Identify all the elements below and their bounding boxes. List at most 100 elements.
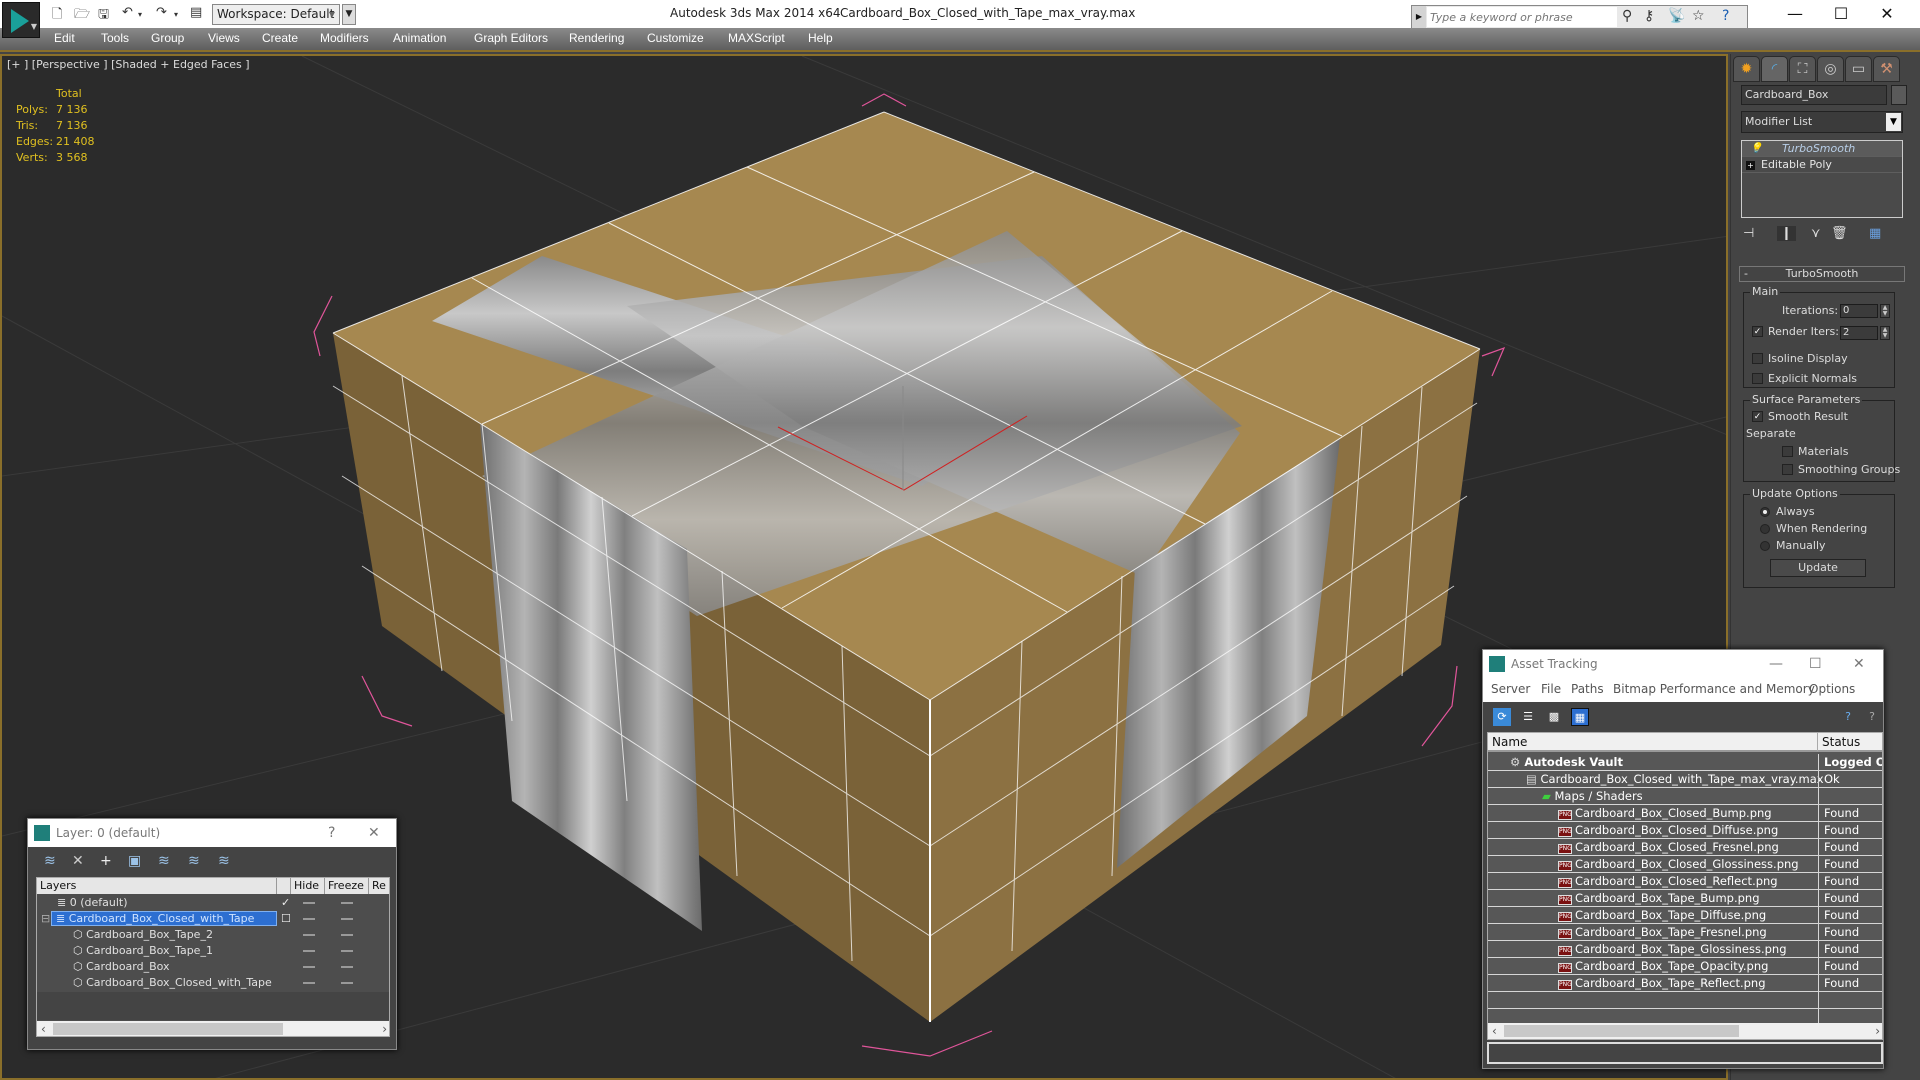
menu-edit[interactable]: Edit bbox=[54, 31, 75, 45]
freeze-toggle[interactable] bbox=[341, 982, 353, 984]
project-folder-icon[interactable]: ▤ bbox=[190, 5, 202, 20]
save-icon[interactable]: 🖫 bbox=[98, 5, 109, 27]
column-header-current[interactable] bbox=[277, 878, 291, 894]
select-layer-icon[interactable]: ≋ bbox=[158, 853, 170, 869]
freeze-toggle[interactable] bbox=[341, 918, 353, 920]
key-icon[interactable]: ⚷ bbox=[1644, 8, 1654, 24]
asset-row[interactable]: PNG Cardboard_Box_Closed_Bump.png Found bbox=[1488, 805, 1882, 822]
menu-customize[interactable]: Customize bbox=[647, 31, 704, 45]
radio-manually[interactable] bbox=[1760, 541, 1770, 551]
modifier-list-dropdown[interactable]: Modifier List ▼ bbox=[1741, 111, 1903, 133]
refresh-icon[interactable]: ⟳ bbox=[1493, 708, 1511, 726]
asset-row[interactable]: ▤ Cardboard_Box_Closed_with_Tape_max_vra… bbox=[1488, 771, 1882, 788]
add-to-layer-icon[interactable]: + bbox=[100, 853, 112, 869]
asset-row[interactable]: ▰ Maps / Shaders bbox=[1488, 788, 1882, 805]
asset-row[interactable]: PNG Cardboard_Box_Closed_Fresnel.png Found bbox=[1488, 839, 1882, 856]
hide-toggle[interactable] bbox=[303, 966, 315, 968]
menu-create[interactable]: Create bbox=[262, 31, 298, 45]
layer-row[interactable]: ≣ 0 (default) ✓ bbox=[37, 895, 389, 911]
hide-toggle[interactable] bbox=[303, 934, 315, 936]
utilities-tab[interactable]: ⚒ bbox=[1873, 56, 1900, 82]
maximize-button[interactable]: ☐ bbox=[1818, 2, 1864, 26]
application-menu-button[interactable]: ▼ bbox=[2, 2, 40, 38]
menu-rendering[interactable]: Rendering bbox=[569, 31, 624, 45]
help-icon[interactable]: ? bbox=[1863, 708, 1881, 726]
hide-toggle[interactable] bbox=[303, 918, 315, 920]
collapse-search-button[interactable]: ▶ bbox=[1412, 6, 1426, 28]
collapse-icon[interactable]: ⊟ bbox=[41, 911, 50, 927]
asset-row[interactable]: PNG Cardboard_Box_Closed_Glossiness.png Fo… bbox=[1488, 856, 1882, 873]
customize-quick-access-button[interactable]: ▼ bbox=[342, 4, 356, 25]
menu-views[interactable]: Views bbox=[208, 31, 240, 45]
list-view-icon[interactable]: ☰ bbox=[1519, 708, 1537, 726]
asset-row[interactable]: PNG Cardboard_Box_Tape_Glossiness.png Foun… bbox=[1488, 941, 1882, 958]
open-file-icon[interactable]: 🗁 bbox=[74, 5, 90, 27]
menu-options[interactable]: Options bbox=[1809, 678, 1855, 700]
create-layer-icon[interactable]: ≋ bbox=[44, 853, 56, 869]
set-current-layer-icon[interactable]: ≋ bbox=[188, 853, 200, 869]
asset-row[interactable]: PNG Cardboard_Box_Tape_Bump.png Found bbox=[1488, 890, 1882, 907]
menu-help[interactable]: Help bbox=[808, 31, 833, 45]
column-header-render[interactable]: Re bbox=[369, 878, 389, 894]
redo-icon[interactable]: ↷ bbox=[156, 5, 167, 20]
smooth-result-checkbox[interactable]: ✓ bbox=[1752, 411, 1763, 422]
column-header-name[interactable]: Name bbox=[1488, 733, 1818, 752]
scroll-left-icon[interactable]: ‹ bbox=[1492, 1023, 1497, 1039]
star-icon[interactable]: ☆ bbox=[1692, 8, 1705, 24]
maximize-button[interactable]: ☐ bbox=[1809, 650, 1822, 678]
minimize-button[interactable]: — bbox=[1772, 2, 1818, 26]
asset-row[interactable]: PNG Cardboard_Box_Tape_Reflect.png Found bbox=[1488, 975, 1882, 992]
select-objects-icon[interactable]: ▣ bbox=[128, 853, 141, 869]
help-button[interactable]: ? bbox=[328, 819, 335, 847]
column-header-freeze[interactable]: Freeze bbox=[325, 878, 369, 894]
display-tab[interactable]: ▭ bbox=[1845, 56, 1872, 82]
undo-icon[interactable]: ↶ bbox=[122, 5, 133, 20]
thumbnail-view-icon[interactable]: ▩ bbox=[1545, 708, 1563, 726]
menu-maxscript[interactable]: MAXScript bbox=[728, 31, 785, 45]
close-button[interactable]: ✕ bbox=[368, 819, 380, 847]
table-view-icon[interactable]: ▦ bbox=[1571, 708, 1589, 726]
object-row[interactable]: ⬡ Cardboard_Box_Tape_1 bbox=[37, 943, 389, 959]
stack-item-turbosmooth[interactable]: 💡 TurboSmooth bbox=[1742, 141, 1902, 157]
horizontal-scrollbar[interactable]: ‹ › bbox=[37, 1021, 389, 1036]
radio-when-rendering[interactable] bbox=[1760, 524, 1770, 534]
delete-layer-icon[interactable]: ✕ bbox=[72, 853, 84, 869]
scroll-right-icon[interactable]: › bbox=[1875, 1023, 1880, 1039]
menu-server[interactable]: Server bbox=[1491, 678, 1530, 700]
iterations-spinner[interactable]: 0 bbox=[1840, 304, 1878, 318]
satellite-icon[interactable]: 📡 bbox=[1668, 8, 1685, 24]
spinner-arrows-icon[interactable]: ▲ ▼ bbox=[1880, 326, 1890, 340]
expand-icon[interactable]: + bbox=[1746, 161, 1755, 170]
column-header-status[interactable]: Status bbox=[1818, 733, 1882, 752]
isoline-display-checkbox[interactable] bbox=[1752, 353, 1763, 364]
menu-modifiers[interactable]: Modifiers bbox=[320, 31, 369, 45]
new-file-icon[interactable]: 🗋 bbox=[52, 5, 62, 27]
hide-toggle[interactable] bbox=[303, 950, 315, 952]
configure-modifier-sets-icon[interactable]: ▦ bbox=[1869, 226, 1881, 241]
current-layer-checkmark-icon[interactable]: ✓ bbox=[281, 895, 290, 911]
menu-paths[interactable]: Paths bbox=[1571, 678, 1604, 700]
spinner-arrows-icon[interactable]: ▲ ▼ bbox=[1880, 304, 1890, 318]
freeze-toggle[interactable] bbox=[341, 966, 353, 968]
make-unique-icon[interactable]: ⋎ bbox=[1811, 226, 1821, 241]
menu-file[interactable]: File bbox=[1541, 678, 1561, 700]
dialog-title-bar[interactable]: Asset Tracking — ☐ ✕ bbox=[1483, 650, 1883, 678]
scrollbar-thumb[interactable] bbox=[53, 1023, 283, 1035]
column-header-hide[interactable]: Hide bbox=[291, 878, 325, 894]
freeze-toggle[interactable] bbox=[341, 902, 353, 904]
asset-row[interactable]: PNG Cardboard_Box_Closed_Reflect.png Found bbox=[1488, 873, 1882, 890]
freeze-toggle[interactable] bbox=[341, 950, 353, 952]
menu-graph-editors[interactable]: Graph Editors bbox=[474, 31, 548, 45]
asset-path-field[interactable] bbox=[1487, 1042, 1883, 1064]
radio-always[interactable] bbox=[1760, 507, 1770, 517]
scroll-left-icon[interactable]: ‹ bbox=[41, 1021, 46, 1036]
layer-row[interactable]: ⊟ ≣ Cardboard_Box_Closed_with_Tape ☐ bbox=[37, 911, 389, 927]
remove-modifier-icon[interactable]: 🗑 bbox=[1831, 226, 1848, 241]
dialog-title-bar[interactable]: Layer: 0 (default) ? ✕ bbox=[28, 819, 396, 847]
asset-row[interactable]: PNG Cardboard_Box_Tape_Opacity.png Found bbox=[1488, 958, 1882, 975]
minimize-button[interactable]: — bbox=[1769, 650, 1783, 678]
object-color-swatch[interactable] bbox=[1891, 85, 1907, 105]
asset-row[interactable]: PNG Cardboard_Box_Closed_Diffuse.png Found bbox=[1488, 822, 1882, 839]
turbosmooth-rollout-header[interactable]: - TurboSmooth bbox=[1739, 266, 1905, 282]
viewport-label[interactable]: [+ ] [Perspective ] [Shaded + Edged Face… bbox=[7, 58, 250, 71]
